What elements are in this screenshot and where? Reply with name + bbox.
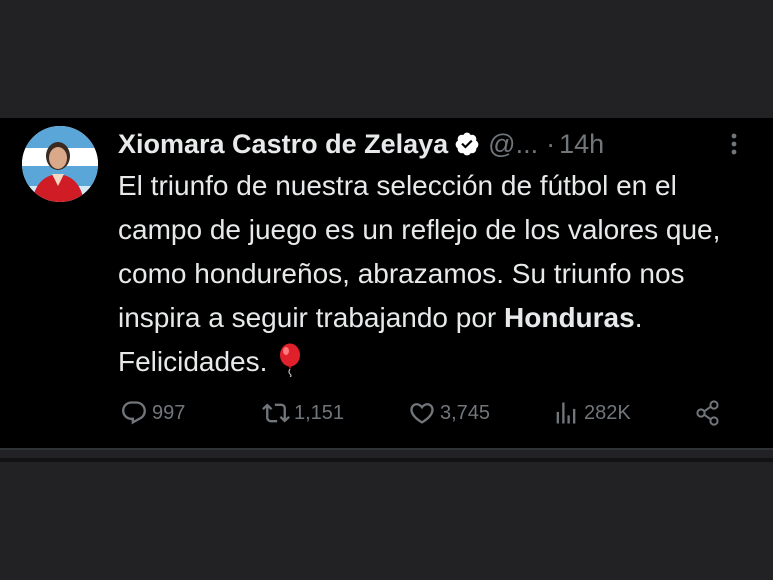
retweet-count: 1,151	[294, 401, 345, 424]
reply-count: 997	[152, 401, 186, 424]
author-name[interactable]: Xiomara Castro de Zelaya	[118, 128, 448, 160]
author-handle[interactable]: @...	[488, 128, 538, 160]
tweet-header: Xiomara Castro de Zelaya @... · 14h	[118, 128, 604, 160]
views-bar-chart-icon	[556, 402, 576, 424]
heart-icon	[410, 403, 434, 424]
divider	[0, 458, 773, 462]
share-button[interactable]	[694, 396, 722, 430]
tweet-card[interactable]: Xiomara Castro de Zelaya @... · 14h El t…	[0, 118, 773, 450]
more-options-icon[interactable]	[724, 130, 744, 158]
retweet-button[interactable]: 1,151	[262, 396, 344, 430]
views-count: 282K	[584, 401, 631, 424]
like-count: 3,745	[440, 401, 491, 424]
views-button[interactable]: 282K	[552, 396, 631, 430]
separator-dot: ·	[546, 129, 556, 159]
reply-icon	[122, 401, 146, 425]
verified-badge-icon	[454, 131, 480, 157]
like-button[interactable]: 3,745	[408, 396, 490, 430]
tweet-text: El triunfo de nuestra selección de fútbo…	[118, 164, 758, 384]
avatar[interactable]	[22, 126, 98, 202]
retweet-icon	[262, 403, 290, 423]
tweet-timestamp[interactable]: 14h	[559, 128, 604, 160]
tweet-text-bold: Honduras	[504, 302, 635, 333]
share-icon	[696, 400, 719, 426]
tweet-actions: 997 1,151 3,745 282K	[0, 396, 773, 430]
avatar-image	[22, 126, 98, 202]
red-balloon-icon	[277, 343, 303, 378]
reply-button[interactable]: 997	[120, 396, 185, 430]
